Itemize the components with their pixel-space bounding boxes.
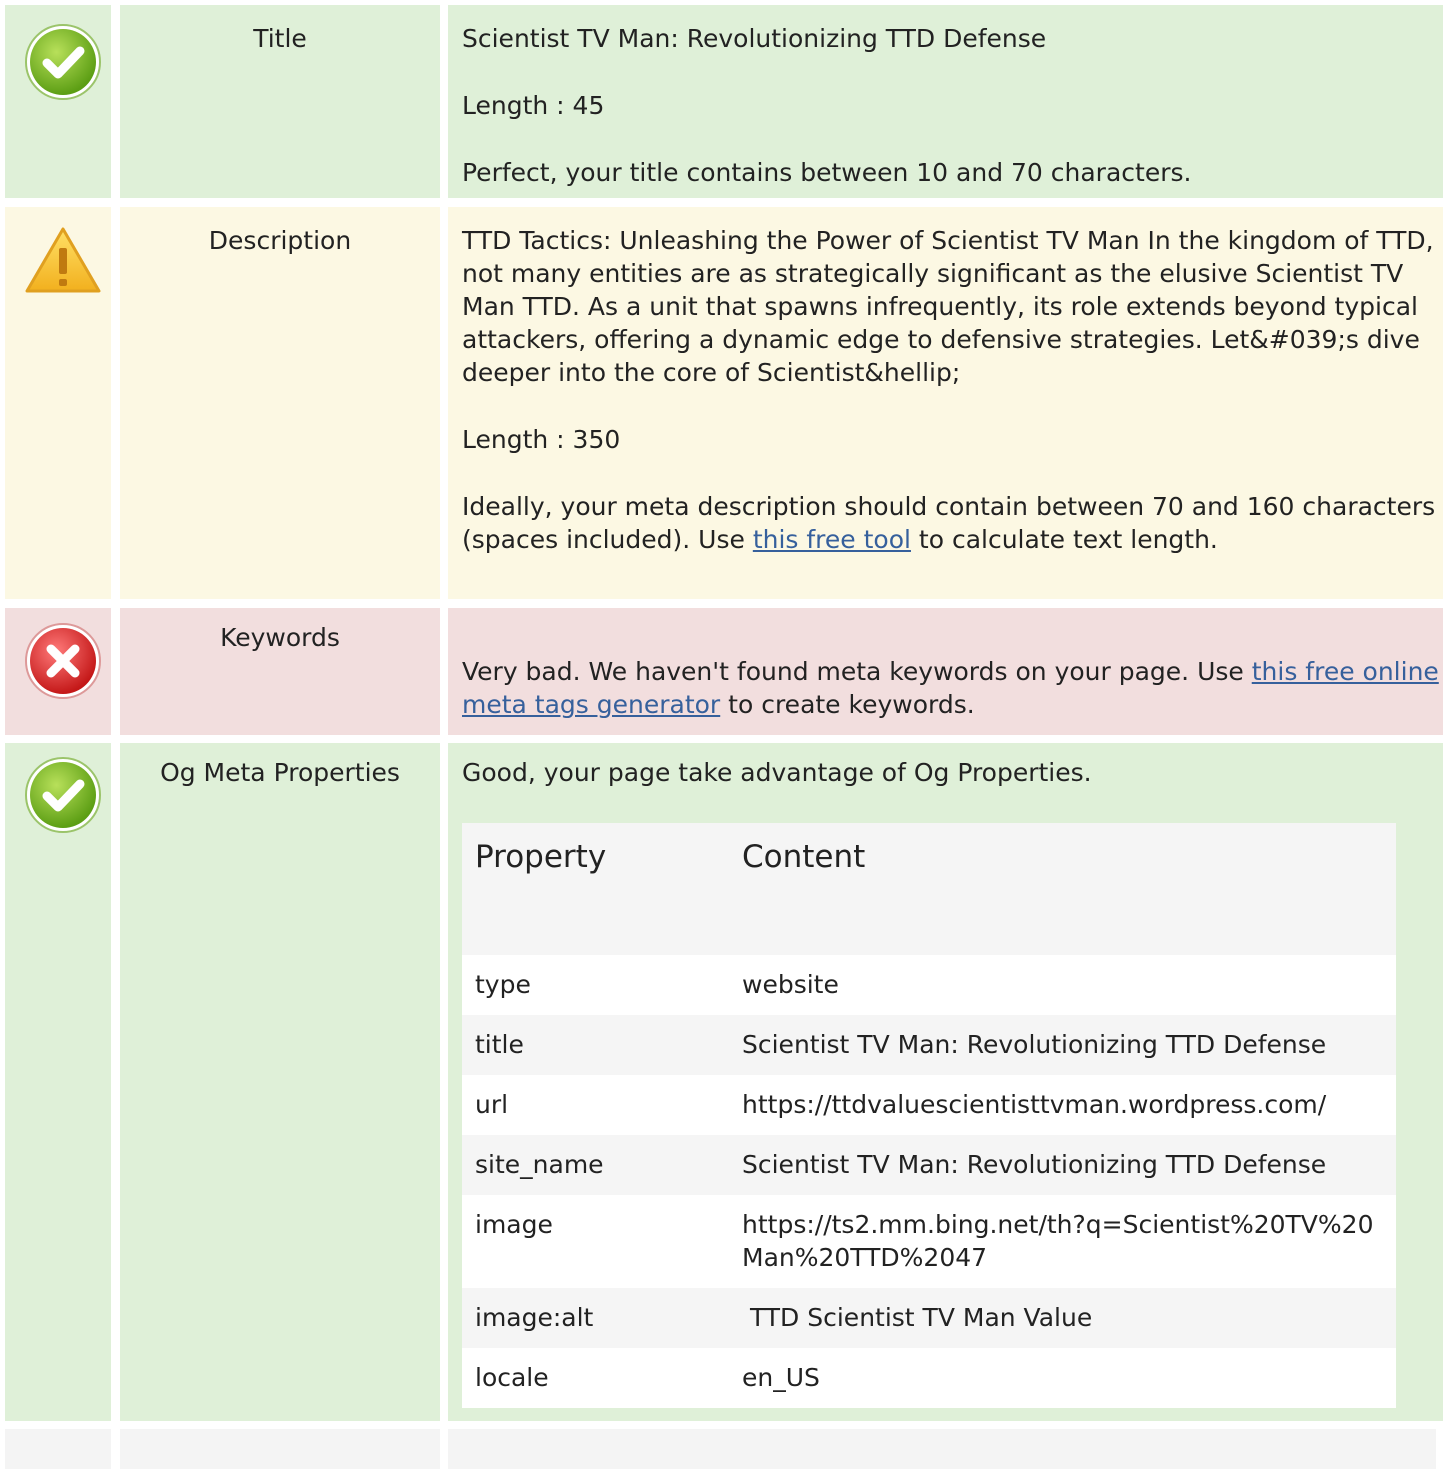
title-length: Length : 45 (462, 91, 605, 120)
property-cell: site_name (475, 1150, 604, 1179)
seo-row-description: Description TTD Tactics: Unleashing the … (0, 207, 1443, 599)
content-column-header: Content (742, 839, 866, 875)
status-cell (5, 5, 111, 198)
row-content: Very bad. We haven't found meta keywords… (448, 608, 1443, 735)
row-label: Title (120, 5, 440, 198)
content-cell: Scientist TV Man: Revolutionizing TTD De… (742, 1030, 1327, 1059)
content-cell: website (742, 970, 839, 999)
description-advice: Ideally, your meta description should co… (462, 492, 1436, 554)
property-column-header: Property (475, 839, 607, 875)
seo-row-title: Title Scientist TV Man: Revolutionizing … (0, 5, 1443, 198)
row-content: Scientist TV Man: Revolutionizing TTD De… (448, 5, 1443, 198)
title-value: Scientist TV Man: Revolutionizing TTD De… (462, 24, 1047, 53)
table-row: image https://ts2.mm.bing.net/th?q=Scien… (462, 1195, 1396, 1288)
table-row: title Scientist TV Man: Revolutionizing … (462, 1015, 1396, 1075)
row-label: Keywords (120, 608, 440, 735)
og-properties-table: Property Content type website title Scie… (462, 823, 1396, 1408)
table-row: url https://ttdvaluescientisttvman.wordp… (462, 1075, 1396, 1135)
row-label (120, 1429, 440, 1469)
property-cell: image (475, 1210, 553, 1239)
content-cell: Scientist TV Man: Revolutionizing TTD De… (742, 1150, 1327, 1179)
table-header: Property Content (462, 823, 1396, 955)
free-tool-link[interactable]: this free tool (753, 525, 911, 554)
description-length: Length : 350 (462, 425, 621, 454)
row-label: Og Meta Properties (120, 743, 440, 1421)
status-cell (5, 608, 111, 735)
status-cell (5, 1429, 111, 1469)
content-cell: https://ts2.mm.bing.net/th?q=Scientist%2… (742, 1210, 1374, 1272)
content-cell: en_US (742, 1363, 820, 1392)
seo-row-keywords: Keywords Very bad. We haven't found meta… (0, 608, 1443, 735)
property-cell: url (475, 1090, 509, 1119)
property-cell: type (475, 970, 531, 999)
status-cell (5, 743, 111, 1421)
content-cell: https://ttdvaluescientisttvman.wordpress… (742, 1090, 1327, 1119)
og-summary: Good, your page take advantage of Og Pro… (462, 758, 1092, 787)
row-content (448, 1429, 1436, 1469)
warning-triangle-icon (25, 227, 101, 293)
property-cell: title (475, 1030, 524, 1059)
check-circle-icon (25, 757, 101, 833)
table-row: locale en_US (462, 1348, 1396, 1408)
title-advice: Perfect, your title contains between 10 … (462, 158, 1192, 187)
table-row: type website (462, 955, 1396, 1015)
keywords-advice: Very bad. We haven't found meta keywords… (462, 657, 1439, 719)
row-content: TTD Tactics: Unleashing the Power of Sci… (448, 207, 1443, 599)
content-cell: TTD Scientist TV Man Value (742, 1303, 1093, 1332)
property-cell: locale (475, 1363, 549, 1392)
error-x-circle-icon (25, 623, 101, 699)
table-row: image:alt TTD Scientist TV Man Value (462, 1288, 1396, 1348)
property-cell: image:alt (475, 1303, 594, 1332)
status-cell (5, 207, 111, 599)
description-value: TTD Tactics: Unleashing the Power of Sci… (462, 226, 1434, 387)
table-row: site_name Scientist TV Man: Revolutioniz… (462, 1135, 1396, 1195)
check-circle-icon (25, 24, 101, 100)
seo-row-next (0, 1429, 1443, 1469)
row-label: Description (120, 207, 440, 599)
